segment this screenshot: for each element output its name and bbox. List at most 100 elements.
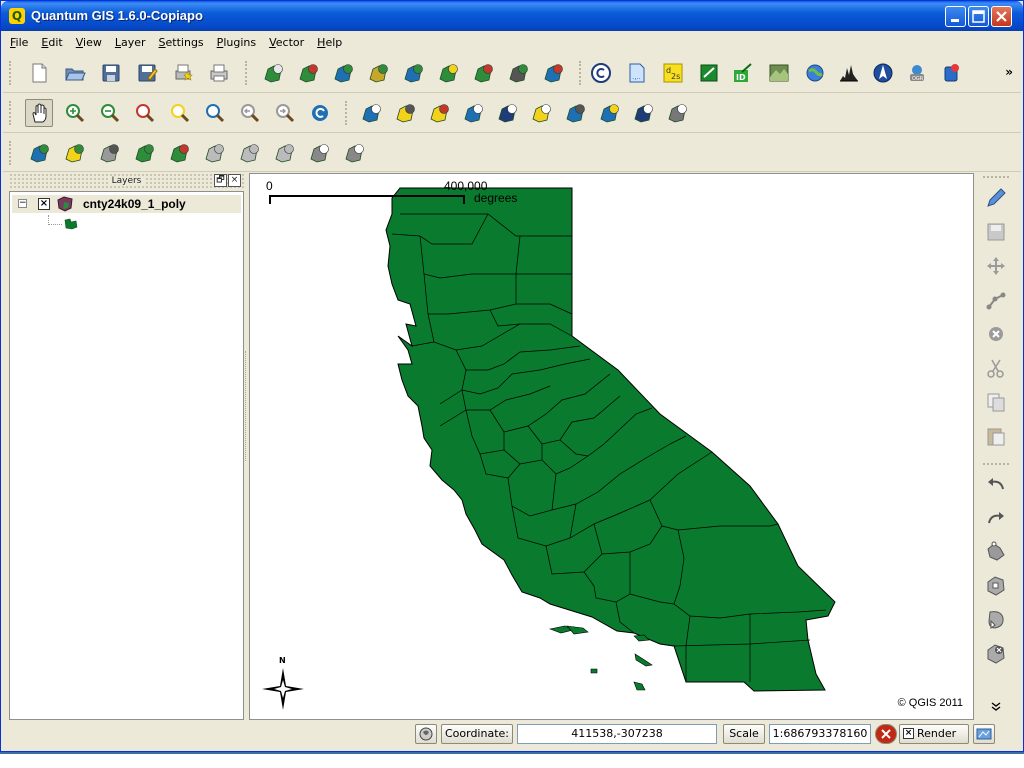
menu-item[interactable]: Help [310,33,348,49]
hide-all-layers-button[interactable] [165,139,193,167]
toolbar-grip[interactable] [983,463,1009,467]
delete-part-button[interactable] [340,139,368,167]
zoom-last-button[interactable] [236,99,264,127]
undo-button[interactable] [981,469,1011,499]
pan-button[interactable] [25,99,53,127]
deselect-button[interactable] [425,99,453,127]
render-checkbox[interactable]: × [903,728,914,739]
scale-field[interactable]: 1:686793378160 [769,724,871,744]
dxf2shp-button[interactable]: d 2s [659,59,687,87]
zoom-out-button[interactable] [96,99,124,127]
toolbar-grip[interactable] [9,141,13,165]
toolbar-grip[interactable] [245,61,249,85]
add-spatialite-layer-button[interactable] [364,59,392,87]
raster-terrain-button[interactable] [765,59,793,87]
move-feature-button[interactable] [981,251,1011,281]
paste-features-button[interactable] [981,421,1011,451]
new-project-button[interactable] [25,59,53,87]
toolbar-grip[interactable] [9,101,13,125]
delete-ring-button[interactable] [981,639,1011,669]
capture-line-button[interactable] [235,139,263,167]
menu-item[interactable]: Layer [108,33,152,49]
map-canvas[interactable]: 0 400,000 degrees N © QGIS 2011 [249,173,974,720]
stop-render-button[interactable] [875,724,897,744]
qgis-app-icon[interactable]: Q [9,8,25,24]
new-vector-layer-button[interactable] [434,59,462,87]
coordinate-capture-button[interactable]: .,.. [623,59,651,87]
toggle-editing-button[interactable] [981,183,1011,213]
toggle-editing-button[interactable] [200,139,228,167]
show-bookmarks-button[interactable] [595,99,623,127]
add-part-button[interactable] [981,605,1011,635]
spatial-query-button[interactable] [937,59,965,87]
toolbar-grip[interactable] [579,61,583,85]
layer-item[interactable]: − × cnty24k09_1_poly [12,195,241,213]
redo-button[interactable] [981,503,1011,533]
add-layers-to-overview-button[interactable] [25,139,53,167]
zoom-full-button[interactable] [131,99,159,127]
collapse-toggle[interactable]: − [18,199,27,208]
layer-visibility-checkbox[interactable]: × [38,198,50,210]
panel-float-button[interactable]: 🗗 [214,174,227,187]
ogr-converter-button[interactable]: OGR [903,59,931,87]
new-bookmark-button[interactable] [561,99,589,127]
refresh-button[interactable] [306,99,334,127]
add-raster-layer-button[interactable] [294,59,322,87]
zoom-to-layer-button[interactable] [201,99,229,127]
panel-splitter[interactable] [245,351,248,461]
close-button[interactable] [991,6,1012,27]
toolbar-grip[interactable] [983,176,1009,180]
toolbar-grip[interactable] [9,61,13,85]
save-as-button[interactable] [133,59,161,87]
geoprocessing-button[interactable] [801,59,829,87]
add-vector-layer-button[interactable] [259,59,287,87]
select-features-button[interactable] [391,99,419,127]
add-postgis-layer-button[interactable] [329,59,357,87]
gps-tools-button[interactable] [695,59,723,87]
remove-layer-button[interactable] [469,59,497,87]
menu-item[interactable]: Edit [34,33,68,49]
node-tool-button[interactable] [981,285,1011,315]
show-all-layers-button[interactable] [130,139,158,167]
print-button[interactable] [205,59,233,87]
georeferencer-button[interactable] [539,59,567,87]
zoom-in-button[interactable] [61,99,89,127]
open-project-button[interactable] [61,59,89,87]
messages-button[interactable] [415,724,437,744]
histogram-button[interactable] [835,59,863,87]
remove-from-overview-button[interactable] [95,139,123,167]
simplify-button[interactable] [305,139,333,167]
delete-selected-button[interactable] [981,319,1011,349]
save-project-button[interactable] [97,59,125,87]
render-toggle[interactable]: × Render [899,724,969,744]
toolbar-overflow-chevron[interactable]: » [1005,65,1013,79]
cut-features-button[interactable] [981,353,1011,383]
text-annotation-button[interactable] [663,99,691,127]
coordinate-field[interactable]: 411538,-307238 [517,724,717,744]
add-ring-button[interactable] [981,571,1011,601]
menu-item[interactable]: Settings [152,33,210,49]
projection-button[interactable] [973,724,995,744]
menu-item[interactable]: File [3,33,34,49]
identify-button[interactable] [357,99,385,127]
menu-item[interactable]: Vector [262,33,310,49]
menu-item[interactable]: Plugins [210,33,262,49]
copyright-label-button[interactable] [587,59,615,87]
capture-polygon-button[interactable] [270,139,298,167]
new-layer-button[interactable] [60,139,88,167]
maximize-button[interactable] [968,6,989,27]
right-toolbar-overflow-chevron[interactable] [991,701,1001,715]
panel-close-button[interactable]: × [228,174,241,187]
save-edits-button[interactable] [981,217,1011,247]
coordinate-toggle-button[interactable]: Coordinate: [441,724,513,744]
new-print-composer-button[interactable] [169,59,197,87]
north-arrow-button[interactable] [869,59,897,87]
annotation-button[interactable] [629,99,657,127]
interpolation-button[interactable]: ID [729,59,757,87]
simplify-feature-button[interactable] [981,537,1011,567]
zoom-next-button[interactable] [271,99,299,127]
map-tips-button[interactable] [527,99,555,127]
copy-features-button[interactable] [981,387,1011,417]
measure-button[interactable] [493,99,521,127]
add-wms-layer-button[interactable] [399,59,427,87]
